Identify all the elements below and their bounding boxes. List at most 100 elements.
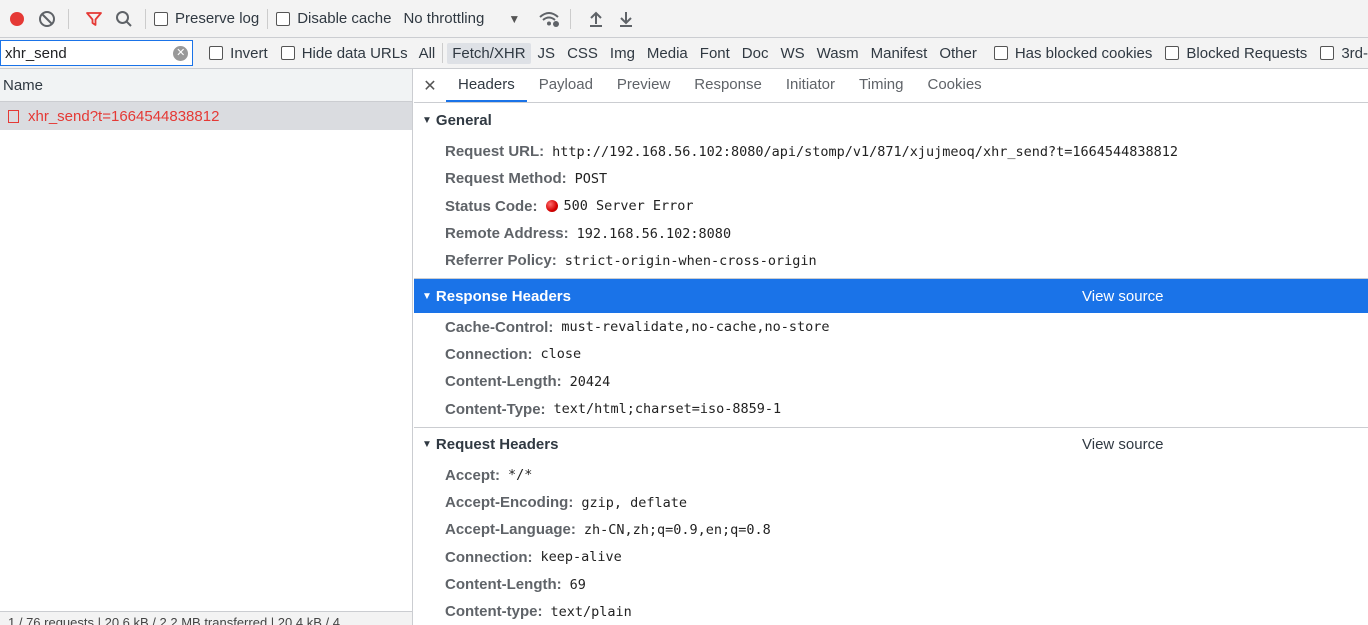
response-header-row: Connection: close bbox=[414, 341, 1368, 368]
has-blocked-cookies-checkbox[interactable]: Has blocked cookies bbox=[993, 45, 1152, 62]
request-header-row: Content-Length: 69 bbox=[414, 571, 1368, 598]
header-value: 192.168.56.102:8080 bbox=[576, 225, 732, 242]
header-key: Content-Length: bbox=[445, 373, 562, 391]
request-header-row: Accept-Encoding: gzip, deflate bbox=[414, 489, 1368, 516]
checkbox-box[interactable] bbox=[1320, 46, 1335, 60]
response-header-row: Content-Length: 20424 bbox=[414, 368, 1368, 395]
header-value: 500 Server Error bbox=[563, 198, 694, 215]
header-key: Content-Type: bbox=[445, 400, 546, 418]
third-party-label: 3rd- bbox=[1341, 44, 1368, 62]
filter-type-ws[interactable]: WS bbox=[775, 43, 809, 64]
header-key: Accept-Encoding: bbox=[445, 494, 574, 512]
filter-divider bbox=[442, 43, 444, 63]
filter-type-media[interactable]: Media bbox=[642, 43, 693, 64]
header-key: Content-Length: bbox=[445, 576, 562, 593]
toolbar-divider bbox=[68, 8, 69, 29]
third-party-checkbox[interactable]: 3rd- bbox=[1320, 45, 1368, 62]
checkbox-box[interactable] bbox=[993, 46, 1008, 60]
throttling-label: No throttling bbox=[403, 10, 485, 27]
request-header-row: Accept: */* bbox=[414, 462, 1368, 489]
general-row: Request Method: POST bbox=[414, 165, 1368, 192]
name-column-header[interactable]: Name bbox=[0, 69, 412, 102]
hide-data-urls-label: Hide data URLs bbox=[301, 44, 408, 62]
hide-data-urls-checkbox[interactable]: Hide data URLs bbox=[280, 44, 408, 62]
clear-icon[interactable] bbox=[34, 6, 60, 32]
network-toolbar: Preserve log Disable cache No throttling… bbox=[0, 0, 1368, 38]
general-title: General bbox=[435, 112, 492, 129]
disable-cache-label: Disable cache bbox=[297, 10, 392, 27]
tab-cookies[interactable]: Cookies bbox=[915, 69, 993, 102]
expand-triangle-icon: ▼ bbox=[422, 290, 432, 302]
response-headers-title: Response Headers bbox=[435, 287, 571, 305]
request-headers-title: Request Headers bbox=[435, 436, 559, 454]
clear-filter-icon[interactable]: ✕ bbox=[173, 46, 189, 61]
header-value: must-revalidate,no-cache,no-store bbox=[561, 319, 830, 336]
filter-type-wasm[interactable]: Wasm bbox=[812, 43, 864, 64]
import-har-icon[interactable] bbox=[583, 6, 609, 32]
header-key: Request URL: bbox=[445, 143, 545, 161]
dropdown-arrow-icon: ▼ bbox=[508, 11, 521, 26]
invert-label: Invert bbox=[230, 44, 268, 62]
header-key: Cache-Control: bbox=[445, 318, 554, 336]
view-source-link[interactable]: View source bbox=[1082, 436, 1163, 453]
filter-type-doc[interactable]: Doc bbox=[737, 43, 774, 64]
header-value: 69 bbox=[569, 576, 586, 593]
export-har-icon[interactable] bbox=[613, 6, 639, 32]
tab-initiator[interactable]: Initiator bbox=[774, 69, 847, 102]
checkbox-box[interactable] bbox=[280, 46, 295, 60]
tab-payload[interactable]: Payload bbox=[527, 69, 605, 102]
general-row: Referrer Policy: strict-origin-when-cros… bbox=[414, 247, 1368, 274]
request-list: Name xhr_send?t=1664544838812 1 / 76 req… bbox=[0, 69, 413, 625]
view-source-link[interactable]: View source bbox=[1082, 288, 1163, 305]
filter-type-font[interactable]: Font bbox=[695, 43, 735, 64]
status-bar-summary: 1 / 76 requests | 20.6 kB / 2.2 MB trans… bbox=[8, 615, 340, 625]
search-icon[interactable] bbox=[111, 6, 137, 32]
network-conditions-icon[interactable] bbox=[536, 6, 562, 32]
checkbox-box[interactable] bbox=[154, 11, 168, 26]
header-value: POST bbox=[574, 170, 608, 187]
filter-type-fetch-xhr[interactable]: Fetch/XHR bbox=[447, 42, 531, 64]
header-key: Request Method: bbox=[445, 170, 567, 188]
request-headers-section-header[interactable]: ▼ Request Headers View source bbox=[414, 426, 1368, 462]
checkbox-box[interactable] bbox=[1165, 46, 1180, 60]
preserve-log-checkbox[interactable]: Preserve log bbox=[154, 10, 259, 27]
header-key: Accept-Language: bbox=[445, 521, 576, 539]
toolbar-divider bbox=[267, 8, 269, 29]
response-headers-section-header[interactable]: ▼ Response Headers View source bbox=[414, 278, 1368, 314]
blocked-requests-label: Blocked Requests bbox=[1186, 44, 1308, 62]
filter-type-img[interactable]: Img bbox=[605, 43, 640, 64]
filter-input[interactable]: xhr_send ✕ bbox=[0, 40, 194, 66]
blocked-requests-checkbox[interactable]: Blocked Requests bbox=[1165, 45, 1307, 62]
general-section-header[interactable]: ▼ General bbox=[414, 103, 1368, 138]
disable-cache-checkbox[interactable]: Disable cache bbox=[276, 10, 391, 27]
tab-preview[interactable]: Preview bbox=[605, 69, 682, 102]
filter-type-manifest[interactable]: Manifest bbox=[866, 43, 933, 64]
header-key: Referrer Policy: bbox=[445, 252, 557, 270]
header-key: Status Code: bbox=[445, 197, 538, 215]
tab-headers[interactable]: Headers bbox=[446, 69, 527, 102]
toolbar-divider bbox=[145, 8, 146, 29]
tab-timing[interactable]: Timing bbox=[847, 69, 915, 102]
throttling-select[interactable]: No throttling ▼ bbox=[403, 10, 520, 27]
checkbox-box[interactable] bbox=[276, 11, 291, 26]
expand-triangle-icon: ▼ bbox=[422, 439, 432, 451]
filter-type-css[interactable]: CSS bbox=[562, 43, 603, 64]
filter-type-all[interactable]: All bbox=[414, 43, 441, 64]
general-row: Remote Address: 192.168.56.102:8080 bbox=[414, 220, 1368, 247]
invert-checkbox[interactable]: Invert bbox=[209, 45, 268, 62]
close-icon[interactable]: ✕ bbox=[414, 69, 446, 102]
header-value: strict-origin-when-cross-origin bbox=[564, 252, 817, 269]
header-value: gzip, deflate bbox=[581, 494, 688, 511]
filter-type-js[interactable]: JS bbox=[533, 43, 561, 64]
checkbox-box[interactable] bbox=[209, 46, 224, 60]
toolbar-divider bbox=[570, 8, 572, 29]
header-key: Connection: bbox=[445, 345, 533, 363]
record-icon[interactable] bbox=[4, 6, 30, 32]
filter-bar: xhr_send ✕ Invert Hide data URLs All Fet… bbox=[0, 38, 1368, 69]
filter-type-other[interactable]: Other bbox=[934, 43, 982, 64]
general-row: Status Code: 500 Server Error bbox=[414, 193, 1368, 220]
request-row[interactable]: xhr_send?t=1664544838812 bbox=[0, 102, 412, 130]
filter-icon[interactable] bbox=[81, 6, 107, 32]
general-row: Request URL: http://192.168.56.102:8080/… bbox=[414, 138, 1368, 165]
tab-response[interactable]: Response bbox=[682, 69, 774, 102]
